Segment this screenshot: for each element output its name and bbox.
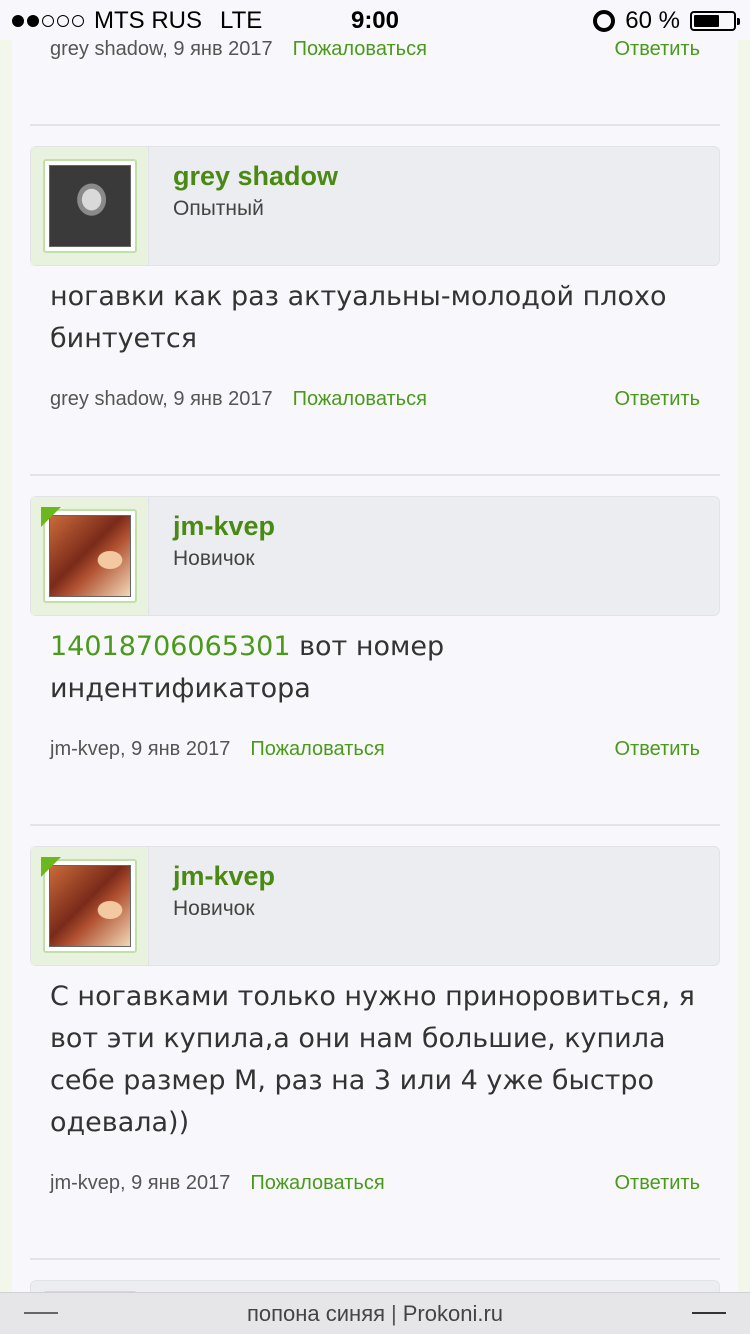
report-link[interactable]: Пожаловаться <box>293 388 427 411</box>
reply-link[interactable]: Ответить <box>615 1172 701 1195</box>
back-icon[interactable] <box>24 1312 58 1314</box>
comment-author-date: jm-kvep, 9 янв 2017 <box>50 737 231 760</box>
avatar[interactable] <box>43 159 137 253</box>
comment-author-date: jm-kvep, 9 янв 2017 <box>50 1171 231 1194</box>
user-avatar-image <box>49 165 131 247</box>
user-avatar-image <box>49 515 131 597</box>
comment-text: 14018706065301 вот номер индентификатора <box>50 626 700 710</box>
report-link[interactable]: Пожаловаться <box>250 1172 384 1195</box>
comment-user-header: grey shadow Опытный <box>30 146 720 266</box>
browser-bottom-bar: попона синяя | Prokoni.ru <box>0 1292 750 1334</box>
report-link[interactable]: Пожаловаться <box>250 738 384 761</box>
user-rank: Опытный <box>173 197 264 220</box>
title-separator: | <box>391 1300 397 1326</box>
comment-author-date: grey shadow, 9 янв 2017 <box>50 387 273 410</box>
reply-link[interactable]: Ответить <box>615 388 701 411</box>
comment-divider <box>30 824 720 826</box>
comment-divider <box>30 474 720 476</box>
status-bar: MTS RUS LTE 9:00 60 % <box>0 0 750 40</box>
comment-text: С ногавками только нужно приноровиться, … <box>50 981 695 1138</box>
comment-text: ногавки как раз актуальны-молодой плохо … <box>50 281 667 354</box>
comment-user-header: jm-kvep Новичок <box>30 496 720 616</box>
site-name: Prokoni.ru <box>402 1300 504 1326</box>
battery-icon <box>690 11 740 31</box>
new-user-flag-icon <box>41 857 61 877</box>
user-rank: Новичок <box>173 897 255 920</box>
user-avatar-image <box>49 865 131 947</box>
username-link[interactable]: jm-kvep <box>173 861 275 892</box>
reply-link[interactable]: Ответить <box>615 738 701 761</box>
comment-meta: jm-kvep, 9 янв 2017 Пожаловаться Ответит… <box>50 734 700 764</box>
comment-card: jm-kvep Новичок С ногавками только нужно… <box>30 846 720 1138</box>
comment-meta: jm-kvep, 9 янв 2017 Пожаловаться Ответит… <box>50 1168 700 1198</box>
report-link[interactable]: Пожаловаться <box>293 38 427 61</box>
comment-divider <box>30 124 720 126</box>
username-link[interactable]: grey shadow <box>173 161 338 192</box>
username-link[interactable]: jm-kvep <box>173 511 275 542</box>
comment-meta: grey shadow, 9 янв 2017 Пожаловаться Отв… <box>50 384 700 414</box>
comment-author-date: grey shadow, 9 янв 2017 <box>50 37 273 60</box>
page-title: попона синяя <box>246 1300 386 1326</box>
comment-card: jm-kvep Новичок 14018706065301 вот номер… <box>30 496 720 704</box>
alarm-icon <box>593 10 616 32</box>
identifier-number-link[interactable]: 14018706065301 <box>50 631 291 662</box>
new-user-flag-icon <box>41 507 61 527</box>
reply-link[interactable]: Ответить <box>615 38 701 61</box>
comment-user-header: jm-kvep Новичок <box>30 846 720 966</box>
user-rank: Новичок <box>173 547 255 570</box>
comment-card: grey shadow Опытный ногавки как раз акту… <box>30 146 720 354</box>
comment-divider <box>30 1258 720 1260</box>
menu-icon[interactable] <box>692 1312 726 1314</box>
battery-percent: 60 % <box>625 7 680 34</box>
